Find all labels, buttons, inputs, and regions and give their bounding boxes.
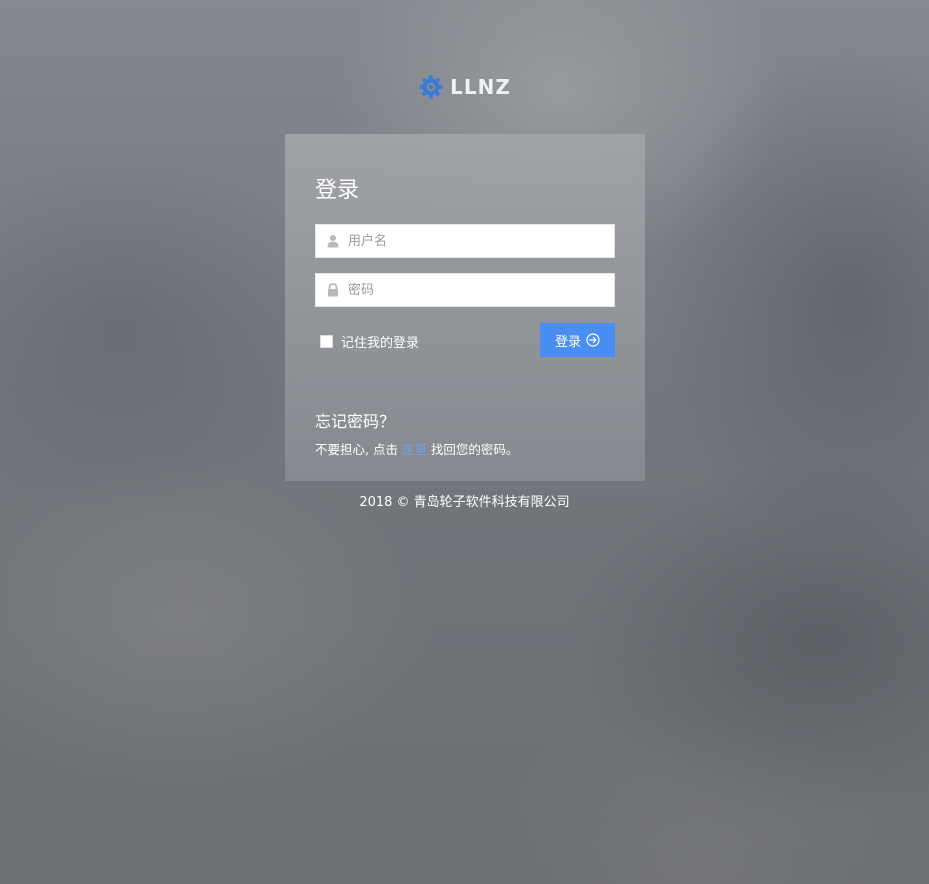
forgot-password-link[interactable]: 这里 bbox=[402, 442, 427, 457]
username-input[interactable] bbox=[348, 225, 610, 257]
password-field[interactable] bbox=[315, 273, 615, 307]
forgot-text-after: 找回您的密码。 bbox=[426, 442, 519, 457]
user-icon bbox=[327, 235, 339, 248]
lock-icon bbox=[328, 283, 338, 297]
brand-logo: LLNZ bbox=[0, 72, 929, 102]
login-button[interactable]: 登录 bbox=[540, 323, 615, 357]
remember-me[interactable]: 记住我的登录 bbox=[320, 332, 419, 351]
forgot-password-text: 不要担心, 点击 这里 找回您的密码。 bbox=[315, 439, 518, 458]
remember-label: 记住我的登录 bbox=[341, 336, 420, 351]
brand-name: LLNZ bbox=[450, 75, 511, 99]
password-input[interactable] bbox=[348, 274, 610, 306]
copyright-footer: 2018 © 青岛轮子软件科技有限公司 bbox=[359, 495, 570, 510]
login-title: 登录 bbox=[315, 178, 360, 203]
forgot-password-title: 忘记密码？ bbox=[315, 412, 396, 431]
arrow-right-circle-icon bbox=[586, 333, 600, 347]
remember-checkbox[interactable] bbox=[320, 335, 333, 348]
username-field[interactable] bbox=[315, 224, 615, 258]
forgot-text-before: 不要担心, 点击 bbox=[315, 442, 402, 457]
login-panel: 登录 记住我的登录 登录 忘记密码？ 不要担心, 点击 这里 找回您的密码。 bbox=[285, 134, 645, 481]
gear-icon bbox=[419, 75, 443, 99]
login-button-label: 登录 bbox=[554, 334, 581, 350]
